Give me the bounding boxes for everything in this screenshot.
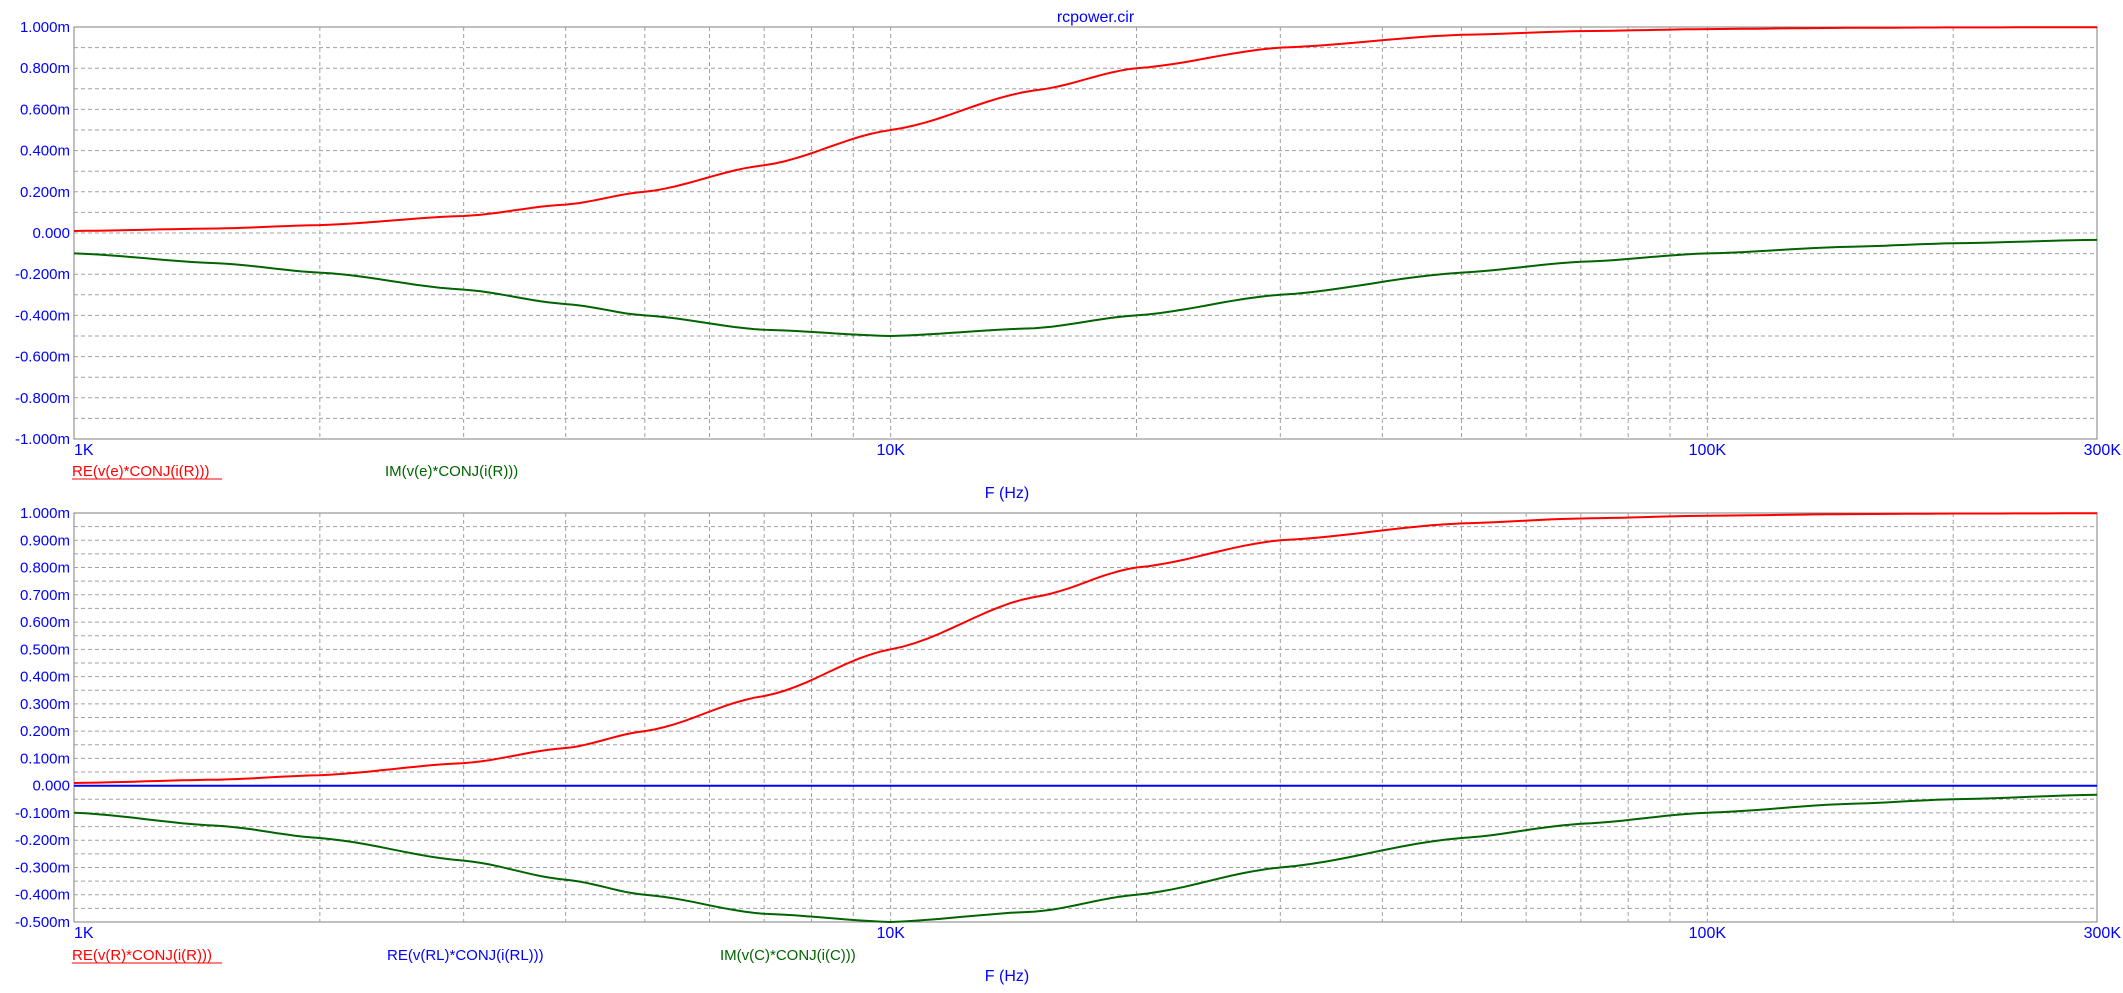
y-tick-label: 0.200m	[20, 184, 70, 201]
y-tick-label: 0.800m	[20, 60, 70, 77]
y-tick-label: -0.600m	[15, 349, 70, 366]
x-tick-label: 100K	[1689, 442, 1727, 459]
y-tick-label: 0.300m	[20, 696, 70, 713]
x-tick-label: 1K	[74, 925, 94, 942]
x-axis-label: F (Hz)	[985, 485, 1029, 502]
y-tick-label: 1.000m	[20, 19, 70, 36]
x-tick-label: 10K	[876, 925, 905, 942]
chart-panel-1: 1.000m 0.800m 0.600m 0.400m 0.200m 0.000 -0.20…	[15, 9, 2121, 502]
legend-entry: RE(v(RL)*CONJ(i(RL)))	[387, 947, 544, 964]
x-tick-label: 300K	[2084, 442, 2122, 459]
y-tick-label: -0.400m	[15, 887, 70, 904]
y-tick-label: 0.400m	[20, 669, 70, 686]
y-tick-label: 0.000	[32, 778, 70, 795]
y-tick-label: 0.600m	[20, 614, 70, 631]
legend-entry: RE(v(R)*CONJ(i(R)))	[72, 947, 212, 964]
y-tick-label: 0.700m	[20, 587, 70, 604]
y-tick-label: 0.000	[32, 225, 70, 242]
x-tick-label: 1K	[74, 442, 94, 459]
x-tick-label: 10K	[876, 442, 905, 459]
y-tick-label: -0.400m	[15, 307, 70, 324]
chart-panel-2: 1.000m 0.900m 0.800m 0.700m 0.600m 0.500m 0.40…	[15, 505, 2121, 985]
x-tick-label: 300K	[2084, 925, 2122, 942]
y-tick-label: 1.000m	[20, 505, 70, 522]
y-tick-label: -0.800m	[15, 390, 70, 407]
y-tick-label: -0.300m	[15, 859, 70, 876]
y-tick-label: 0.200m	[20, 723, 70, 740]
y-tick-label: -0.200m	[15, 832, 70, 849]
x-axis-label: F (Hz)	[985, 968, 1029, 985]
y-tick-label: -1.000m	[15, 431, 70, 448]
y-tick-label: -0.200m	[15, 266, 70, 283]
legend-entry: RE(v(e)*CONJ(i(R)))	[72, 463, 209, 480]
y-tick-label: -0.500m	[15, 914, 70, 931]
chart-canvas: 1.000m 0.800m 0.600m 0.400m 0.200m 0.000 -0.20…	[15, 9, 2121, 985]
y-tick-label: 0.500m	[20, 641, 70, 658]
y-tick-label: 0.600m	[20, 101, 70, 118]
legend-entry: IM(v(e)*CONJ(i(R)))	[385, 463, 518, 480]
chart-title: rcpower.cir	[1057, 9, 1135, 26]
y-tick-label: 0.100m	[20, 750, 70, 767]
y-tick-label: 0.800m	[20, 560, 70, 577]
x-tick-label: 100K	[1689, 925, 1727, 942]
y-tick-label: 0.900m	[20, 532, 70, 549]
y-tick-label: 0.400m	[20, 143, 70, 160]
legend-entry: IM(v(C)*CONJ(i(C)))	[720, 947, 856, 964]
y-tick-label: -0.100m	[15, 805, 70, 822]
